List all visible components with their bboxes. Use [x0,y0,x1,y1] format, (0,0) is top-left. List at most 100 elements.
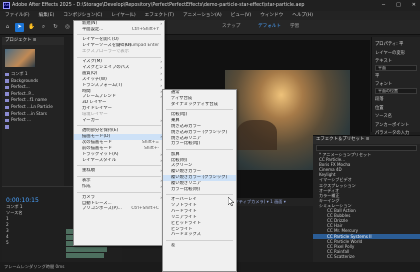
menu-item-label: レイヤースタイル [82,157,117,163]
title-bar: Ae Adobe After Effects 2025 - D:\Storage… [0,0,420,11]
maximize-icon[interactable]: □ [396,0,401,11]
menu-item-label: 新規(N) [82,21,98,26]
menu-item-label: フレームブレンド [82,94,116,100]
property-label: アンカーポイント [375,122,410,128]
menu-8[interactable]: ヘルプ(H) [292,11,313,20]
menu-4[interactable]: エフェクト(T) [145,11,174,20]
workspace-learn[interactable]: 学習 [290,23,299,29]
menu-0[interactable]: ファイル(F) [5,11,30,20]
menu-item-label: 3D レイヤー [82,100,107,106]
menu-item[interactable]: 重ね順› [74,168,164,174]
property-field[interactable]: 平面 [375,65,417,71]
project-item-label: Perfect ... [11,117,31,123]
camera-tool-icon[interactable]: ◎ [63,23,72,32]
menu-separator [166,194,233,196]
footage-icon [5,85,9,90]
snap-toggle[interactable]: スナップ [222,23,240,29]
project-item[interactable] [2,124,64,131]
menu-item-label: 自動トレース... [82,200,112,206]
layer-track-bar[interactable] [66,253,104,258]
menu-7[interactable]: ウィンドウ [260,11,283,20]
menu-separator [77,34,161,36]
menu-item-label: カラー比較(暗) [171,141,201,147]
project-item[interactable]: Perfect ..f1 name [2,97,64,104]
menu-5[interactable]: アニメーション(A) [183,11,222,20]
project-item[interactable]: Perfect ...Ln Particle [2,104,64,111]
menu-item-label: ビビッドライト [171,220,202,226]
menu-separator [77,56,161,58]
property-label: テキスト [375,59,393,65]
close-icon[interactable]: ✕ [412,0,416,11]
menu-separator [77,191,161,193]
project-item[interactable]: Perfect..P... [2,91,64,98]
menu-item-label: プリコンポーズ(P)... [82,206,122,212]
menu-separator [166,148,233,150]
menu-item-shortcut: Ctrl+Shift+C [131,206,159,212]
menu-item-label: 前の描画モード [82,145,113,151]
property-label: レイヤーの変形 [375,50,405,56]
menu-item-label: ハードライト [171,208,197,214]
home-icon[interactable]: ⌂ [3,23,12,32]
menu-item[interactable]: ハードミックス [163,232,236,238]
workspace-default[interactable]: デフォルト [258,23,281,29]
menu-item[interactable]: 平面設定... Ctrl+Shift+Y [74,27,164,33]
menu-item[interactable]: ダイナミックディザ合成 [163,102,236,108]
menu-item-label: オーバーレイ [171,197,197,203]
menu-item-label: スイッチ(W) [82,76,107,82]
menu-item[interactable]: マーカー› [74,118,164,124]
menu-item[interactable]: レイヤースタイル› [74,158,164,164]
menu-item-label: リニアライト [171,214,197,220]
property-label: ソース名 [375,114,392,120]
project-item[interactable]: Perfect ... [2,117,64,124]
project-thumbnail [5,49,35,67]
minimize-icon[interactable]: ─ [382,0,385,11]
menu-item-label: 比較(明) [171,157,188,163]
hand-tool-icon[interactable]: ✋ [27,23,36,32]
menu-2[interactable]: コンポジション(C) [63,11,102,20]
footage-icon [5,125,9,129]
menu-item-label: ソフトライト [171,203,197,209]
effects-presets-panel: エフェクト＆プリセット ≡ * アニメーションプリセット CC Particle.… [313,135,420,262]
menu-item-label: 覆い焼きカラー [171,169,202,175]
project-item-label: Perfect..P... [11,90,35,96]
selection-tool-icon[interactable]: ➤ [15,22,24,32]
menu-3[interactable]: レイヤー(L) [111,11,135,20]
project-item[interactable]: Perfect... [2,84,64,91]
project-item[interactable]: Backgrounds [2,78,64,85]
scene-shape [237,120,277,150]
layer-track-bar[interactable] [66,247,107,252]
effects-search-input[interactable] [316,145,417,151]
menu-item-label: 透明部分を保持(E) [82,128,119,134]
menu-item-label: ガイドレイヤー [82,106,112,112]
menu-item-label: 焼き込みカラー [171,123,202,129]
menu-item[interactable]: プリコンポーズ(P)... Ctrl+Shift+C [74,206,164,212]
menu-item-label: カラー比較(明) [171,186,201,192]
menu-item-label: 覆い焼きカラー (クラシック) [171,175,228,181]
property-label: 平 [375,74,380,80]
menu-item[interactable]: 作成› [74,184,164,190]
project-item[interactable]: コンポ 1 [2,71,64,78]
menu-item-label: 比較(暗) [171,112,188,118]
menu-item[interactable]: 差 [163,243,236,249]
project-item-label: Perfect... [11,84,30,90]
menu-6[interactable]: ビュー(V) [231,11,252,20]
zoom-tool-icon[interactable]: ⌕ [39,23,48,32]
menu-item-shortcut: Ctrl+Shift+Y [131,26,159,32]
menu-item-label: ピンライト [171,226,193,232]
menu-item-label: 描画モード(D) [82,134,111,140]
menu-item[interactable]: カラー比較(暗) [163,141,236,147]
menu-item-label: 環境レイヤー [82,112,108,117]
property-field[interactable]: 平面の位置 [375,88,417,94]
menu-item[interactable]: カラー比較(明) [163,187,236,193]
effects-panel-header: エフェクト＆プリセット ≡ [313,136,420,144]
menu-item-label: ダイナミックディザ合成 [171,101,218,107]
property-label: フォント [375,82,393,88]
project-item[interactable]: Perfect ...in Stars [2,111,64,118]
property-label: 位置 [375,105,384,111]
menu-item-label: 覆い焼きリニア [171,181,202,186]
menu-item-label: 時間 [82,88,91,94]
menu-item-label: ハードミックス [171,232,201,238]
rotate-tool-icon[interactable]: ↻ [51,23,60,32]
effects-item[interactable]: CC Scatterize [313,254,420,259]
menu-1[interactable]: 編集(E) [39,11,55,20]
